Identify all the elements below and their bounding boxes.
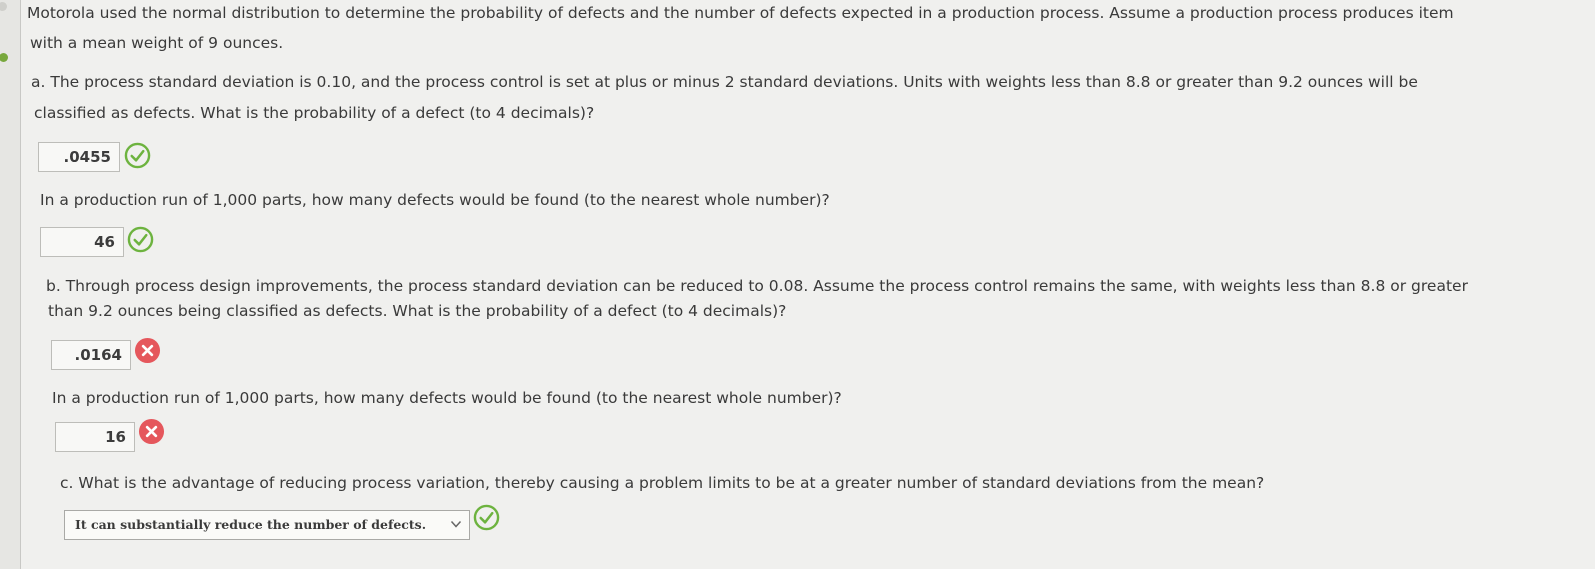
left-gutter (0, 0, 20, 569)
part-c-selected-option: It can substantially reduce the number o… (75, 517, 427, 532)
part-a-defects-question: In a production run of 1,000 parts, how … (40, 191, 830, 209)
part-a-probability-input[interactable]: .0455 (38, 142, 120, 172)
part-c-answer-select[interactable]: It can substantially reduce the number o… (64, 510, 470, 540)
check-circle-icon (127, 226, 154, 253)
part-b-text-line1: b. Through process design improvements, … (46, 277, 1468, 295)
part-b-probability-input[interactable]: .0164 (51, 340, 131, 370)
x-circle-icon (138, 418, 165, 445)
nav-marker-icon (0, 2, 7, 11)
gutter-divider (20, 0, 21, 569)
status-dot-icon (0, 53, 8, 62)
check-circle-icon (124, 142, 151, 169)
question-intro-line2: with a mean weight of 9 ounces. (30, 34, 284, 52)
part-b-defects-question: In a production run of 1,000 parts, how … (52, 389, 842, 407)
question-intro-line1: Motorola used the normal distribution to… (27, 4, 1454, 22)
part-a-text-line2: classified as defects. What is the proba… (34, 104, 595, 122)
x-circle-icon (134, 337, 161, 364)
part-a-defects-input[interactable]: 46 (40, 227, 124, 257)
check-circle-icon (473, 504, 500, 531)
part-a-text-line1: a. The process standard deviation is 0.1… (31, 73, 1418, 91)
part-c-question: c. What is the advantage of reducing pro… (60, 474, 1265, 492)
chevron-down-icon[interactable] (450, 519, 462, 529)
part-b-text-line2: than 9.2 ounces being classified as defe… (48, 302, 787, 320)
part-b-defects-input[interactable]: 16 (55, 422, 135, 452)
